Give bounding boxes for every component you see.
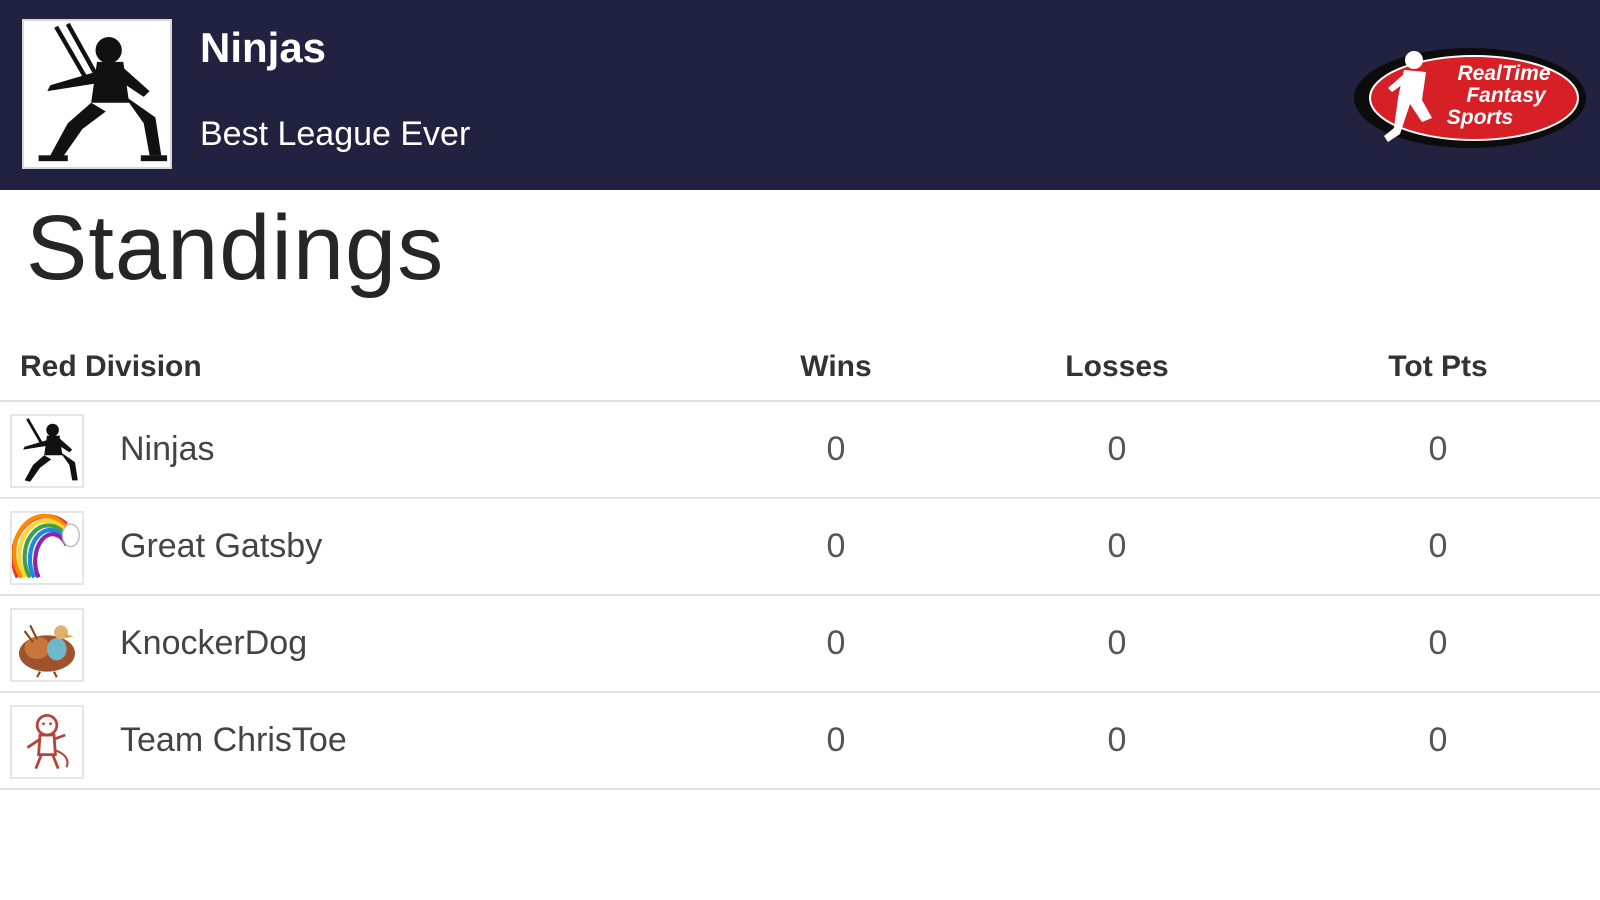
brand-logo-line-3: Sports	[1447, 106, 1514, 129]
losses-value: 0	[1107, 721, 1127, 759]
table-row[interactable]: Team ChrisToe 0 0 0	[0, 693, 1600, 790]
ninja-icon	[38, 22, 168, 162]
brand-logo-line-1: RealTime	[1458, 62, 1551, 85]
table-row[interactable]: Ninjas 0 0 0	[0, 402, 1600, 499]
team-avatar[interactable]	[22, 19, 172, 169]
table-row[interactable]: KnockerDog 0 0 0	[0, 596, 1600, 693]
wins-value: 0	[826, 527, 846, 565]
total-points-value: 0	[1428, 624, 1448, 662]
losses-value: 0	[1107, 430, 1127, 468]
page-title: Standings	[26, 197, 445, 299]
losses-value: 0	[1107, 527, 1127, 565]
header-team-name: Ninjas	[200, 24, 327, 71]
team-avatar	[10, 511, 84, 585]
table-row[interactable]: Great Gatsby 0 0 0	[0, 499, 1600, 596]
team-name: Great Gatsby	[120, 527, 323, 565]
total-points-column-header[interactable]: Tot Pts	[1388, 350, 1487, 384]
turkey-icon	[19, 624, 75, 678]
losses-value: 0	[1107, 624, 1127, 662]
brand-logo-line-2: Fantasy	[1466, 84, 1547, 107]
monkey-icon	[26, 714, 69, 770]
brand-logo: RealTime Fantasy Sports	[1352, 42, 1588, 154]
team-avatar	[10, 705, 84, 779]
team-name: KnockerDog	[120, 624, 308, 662]
total-points-value: 0	[1428, 721, 1448, 759]
header-league-name: Best League Ever	[200, 115, 471, 153]
team-name: Ninjas	[120, 430, 215, 468]
rainbow-icon	[12, 513, 80, 579]
wins-value: 0	[826, 721, 846, 759]
team-avatar	[10, 608, 84, 682]
team-avatar	[10, 414, 84, 488]
team-name: Team ChrisToe	[120, 721, 347, 759]
wins-value: 0	[826, 624, 846, 662]
division-name: Red Division	[20, 350, 202, 383]
total-points-value: 0	[1428, 430, 1448, 468]
top-bar: Ninjas Best League Ever RealTime Fantasy…	[0, 0, 1600, 190]
standings-table: Ninjas 0 0 0 Great Gatsby 0 0 0 KnockerD…	[0, 402, 1600, 790]
losses-column-header[interactable]: Losses	[1065, 350, 1168, 384]
wins-column-header[interactable]: Wins	[800, 350, 871, 384]
total-points-value: 0	[1428, 527, 1448, 565]
wins-value: 0	[826, 430, 846, 468]
ninja-icon	[23, 418, 78, 482]
standings-table-header: Red Division Wins Losses Tot Pts	[0, 320, 1600, 402]
